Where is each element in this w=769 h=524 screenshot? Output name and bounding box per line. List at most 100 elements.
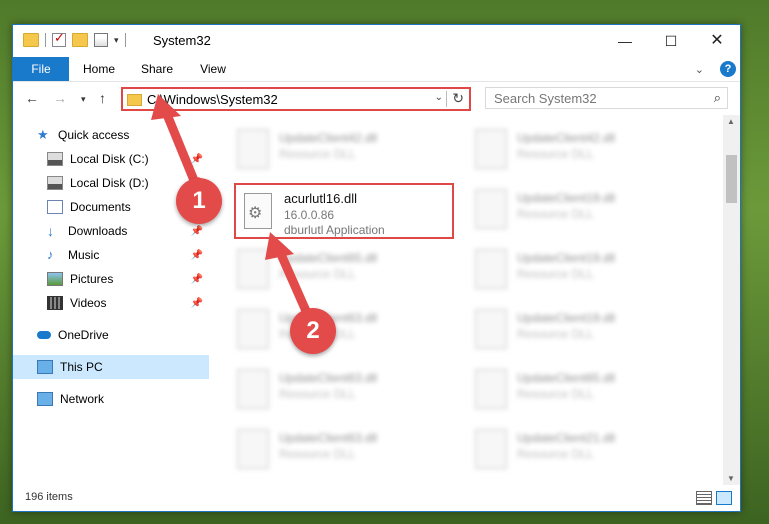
sidebar-item-this-pc[interactable]: This PC xyxy=(13,355,209,379)
address-dropdown-icon[interactable]: ⌄ xyxy=(435,92,443,103)
navigation-pane: ★ Quick access Local Disk (C:) 📌 Local D… xyxy=(13,115,209,485)
customize-toolbar-icon[interactable]: ▾ xyxy=(114,35,119,46)
list-item[interactable]: UpdateClient63.dll Resource DLL xyxy=(229,303,459,355)
drive-icon xyxy=(47,176,63,190)
list-item[interactable]: UpdateClient19.dll Resource DLL xyxy=(467,303,697,355)
toolbar-divider xyxy=(45,33,46,47)
minimize-button[interactable]: — xyxy=(602,25,648,57)
refresh-icon[interactable]: ↻ xyxy=(452,90,464,107)
list-item[interactable]: UpdateClient19.dll Resource DLL xyxy=(467,243,697,295)
file-version: 16.0.0.86 xyxy=(284,208,335,222)
documents-icon xyxy=(47,200,63,214)
new-folder-icon[interactable] xyxy=(72,33,88,47)
step-marker-2: 2 xyxy=(290,308,336,354)
dll-file-icon xyxy=(237,129,269,169)
file-description: Resource DLL xyxy=(517,387,594,401)
dll-file-icon xyxy=(475,249,507,289)
file-name: UpdateClient63.dll xyxy=(279,431,378,445)
network-icon xyxy=(37,392,53,406)
up-arrow-icon[interactable]: ↑ xyxy=(99,90,106,106)
maximize-button[interactable]: ☐ xyxy=(648,25,694,57)
sidebar-item-label: Music xyxy=(68,248,100,262)
tab-home[interactable]: Home xyxy=(77,57,121,81)
file-description: Resource DLL xyxy=(517,207,594,221)
sidebar-item-label: Downloads xyxy=(68,224,128,238)
sidebar-item-label: Quick access xyxy=(58,128,130,142)
properties-check-icon[interactable] xyxy=(52,30,66,47)
file-description: Resource DLL xyxy=(517,147,594,161)
properties-icon[interactable] xyxy=(94,33,108,47)
list-item[interactable]: UpdateClient65.dll Resource DLL xyxy=(229,243,459,295)
sidebar-item-onedrive[interactable]: OneDrive xyxy=(13,323,209,347)
file-description: Resource DLL xyxy=(279,267,356,281)
sidebar-item-label: Local Disk (C:) xyxy=(70,152,149,166)
explorer-window: ▾ System32 — ☐ ✕ File Home Share View ⌄ … xyxy=(12,24,741,512)
address-bar[interactable]: C:\Windows\System32 ⌄ ↻ xyxy=(121,87,471,111)
dll-file-icon xyxy=(237,249,269,289)
drive-icon xyxy=(47,152,63,166)
file-name: UpdateClient19.dll xyxy=(517,251,616,265)
search-icon[interactable]: ⌕ xyxy=(714,90,721,106)
folder-icon xyxy=(23,33,39,47)
pin-icon[interactable]: 📌 xyxy=(191,250,203,261)
pin-icon[interactable]: 📌 xyxy=(191,298,203,309)
pin-icon[interactable]: 📌 xyxy=(191,226,203,237)
scroll-up-icon[interactable]: ▲ xyxy=(727,117,735,126)
sidebar-item-music[interactable]: ♪ Music 📌 xyxy=(13,243,209,267)
help-button[interactable]: ? xyxy=(720,61,736,77)
chevron-down-icon[interactable]: ⌄ xyxy=(695,63,704,76)
sidebar-item-videos[interactable]: Videos 📌 xyxy=(13,291,209,315)
dll-file-icon xyxy=(237,429,269,469)
sidebar-item-network[interactable]: Network xyxy=(13,387,209,411)
window-title: System32 xyxy=(153,33,211,48)
tab-share[interactable]: Share xyxy=(135,57,179,81)
search-input[interactable]: Search System32 ⌕ xyxy=(485,87,728,109)
sidebar-item-quick-access[interactable]: ★ Quick access xyxy=(13,123,209,147)
sidebar-item-downloads[interactable]: ↓ Downloads 📌 xyxy=(13,219,209,243)
list-item[interactable]: UpdateClient19.dll Resource DLL xyxy=(467,183,697,235)
scroll-thumb[interactable] xyxy=(726,155,737,203)
list-item[interactable]: UpdateClient21.dll Resource DLL xyxy=(467,423,697,475)
file-name: UpdateClient19.dll xyxy=(517,311,616,325)
list-item[interactable]: UpdateClient42.dll Resource DLL xyxy=(467,123,697,175)
highlighted-file[interactable]: ⚙ acurlutl16.dll 16.0.0.86 dburlutl Appl… xyxy=(234,183,454,239)
list-item[interactable]: UpdateClient63.dll Resource DLL xyxy=(229,423,459,475)
forward-arrow-icon[interactable]: → xyxy=(53,90,67,106)
dll-file-icon xyxy=(475,129,507,169)
list-item[interactable]: UpdateClient42.dll Resource DLL xyxy=(229,123,459,175)
list-item[interactable]: UpdateClient63.dll Resource DLL xyxy=(229,363,459,415)
address-path[interactable]: C:\Windows\System32 xyxy=(147,92,278,107)
dll-file-icon xyxy=(237,369,269,409)
file-name: UpdateClient65.dll xyxy=(279,251,378,265)
pictures-icon xyxy=(47,272,63,286)
pin-icon[interactable]: 📌 xyxy=(191,274,203,285)
sidebar-item-pictures[interactable]: Pictures 📌 xyxy=(13,267,209,291)
list-item[interactable]: UpdateClient65.dll Resource DLL xyxy=(467,363,697,415)
videos-icon xyxy=(47,296,63,310)
recent-locations-icon[interactable]: ▾ xyxy=(81,94,86,105)
file-description: Resource DLL xyxy=(279,387,356,401)
dll-file-icon xyxy=(475,429,507,469)
step-marker-1: 1 xyxy=(176,178,222,224)
tab-view[interactable]: View xyxy=(191,57,235,81)
file-list: UpdateClient42.dll Resource DLL UpdateCl… xyxy=(209,115,723,485)
sidebar-item-local-disk-c[interactable]: Local Disk (C:) 📌 xyxy=(13,147,209,171)
sidebar-item-label: This PC xyxy=(60,360,103,374)
star-icon: ★ xyxy=(37,127,49,142)
cloud-icon xyxy=(37,331,51,339)
item-count: 196 items xyxy=(25,491,73,503)
sidebar-item-label: Documents xyxy=(70,200,131,214)
file-name: UpdateClient65.dll xyxy=(517,371,616,385)
scroll-down-icon[interactable]: ▼ xyxy=(727,474,735,483)
back-arrow-icon[interactable]: ← xyxy=(25,90,39,106)
pin-icon[interactable]: 📌 xyxy=(191,154,203,165)
vertical-scrollbar[interactable]: ▲ ▼ xyxy=(723,115,740,485)
file-description: Resource DLL xyxy=(517,267,594,281)
folder-icon xyxy=(127,94,142,106)
address-divider xyxy=(446,91,447,107)
file-name: UpdateClient42.dll xyxy=(279,131,378,145)
close-button[interactable]: ✕ xyxy=(694,25,740,57)
large-icons-view-icon[interactable] xyxy=(716,491,732,505)
tab-file[interactable]: File xyxy=(13,57,69,81)
details-view-icon[interactable] xyxy=(696,491,712,505)
